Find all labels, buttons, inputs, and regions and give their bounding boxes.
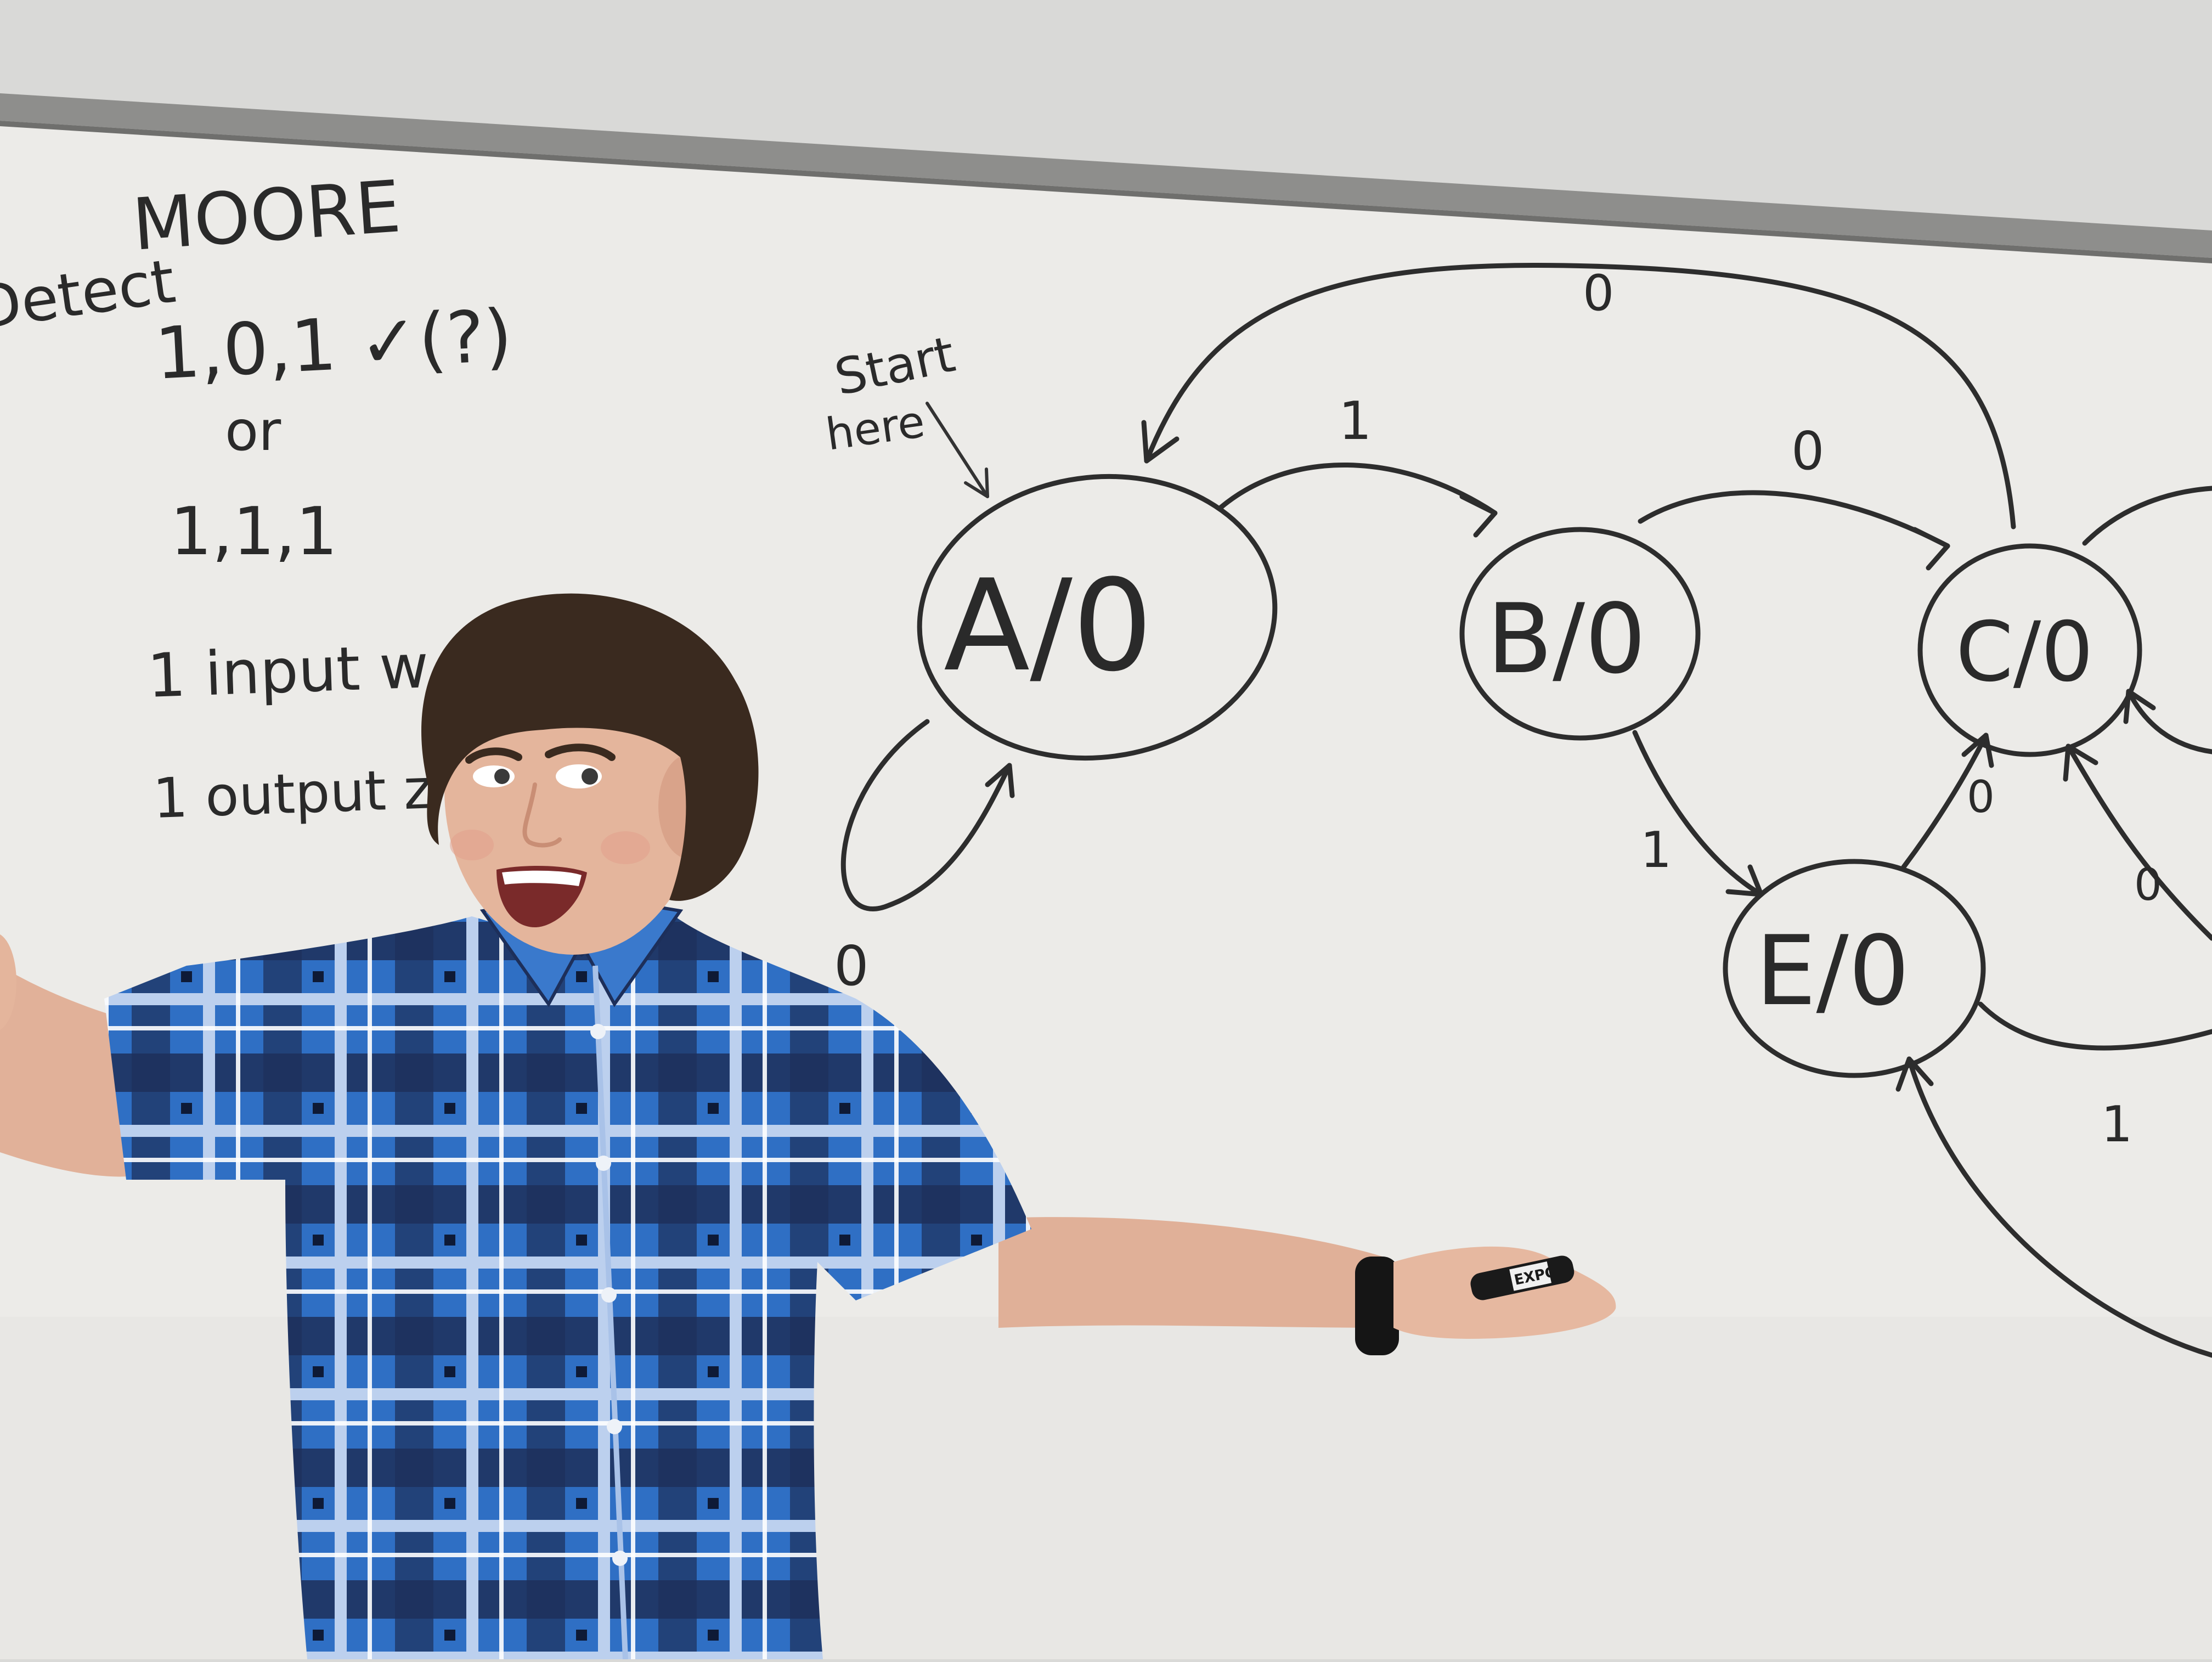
state-c-label: C/0 (1956, 605, 2094, 700)
classroom-scene: MOORE Detect 1,0,1 ✓(?) or 1,1,1 1 input… (0, 0, 2212, 1660)
watch-band (1355, 1257, 1399, 1355)
transition-e-to-c-label: 0 (1967, 771, 1995, 822)
state-b-label: B/0 (1487, 584, 1646, 695)
transition-b-to-e-label: 1 (1640, 821, 1672, 879)
transition-a-to-b-label: 1 (1339, 391, 1372, 452)
note-input: 1 input w (146, 631, 430, 711)
note-output: 1 output z (152, 757, 433, 831)
state-e-label: E/0 (1756, 916, 1910, 1027)
scene-svg: MOORE Detect 1,0,1 ✓(?) or 1,1,1 1 input… (0, 0, 2212, 1660)
transition-b-to-c-label: 0 (1791, 421, 1824, 482)
note-or: or (225, 399, 281, 463)
transition-offscreen-to-e-label: 1 (2101, 1096, 2132, 1153)
transition-offscreen-to-c-label: 0 (2134, 859, 2162, 910)
note-seq2: 1,1,1 (170, 494, 337, 570)
state-a-label: A/0 (944, 553, 1153, 700)
transition-a-self-loop-label: 0 (834, 934, 869, 998)
transition-c-to-a-label: 0 (1583, 264, 1614, 322)
